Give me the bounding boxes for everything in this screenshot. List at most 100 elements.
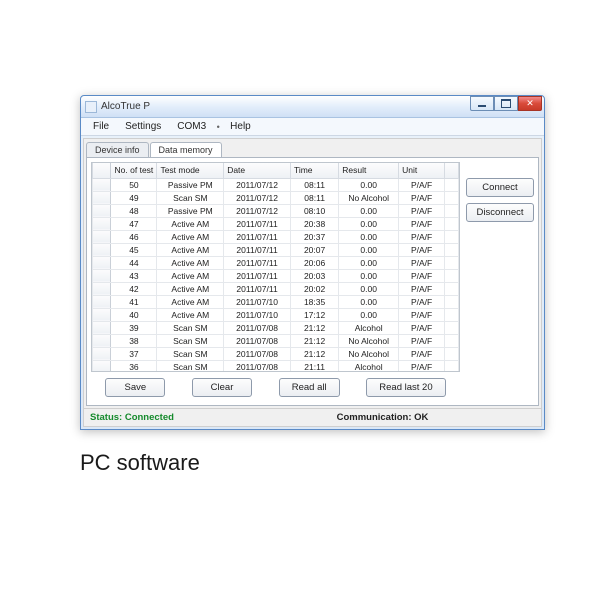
table-row[interactable]: 39Scan SM2011/07/0821:12AlcoholP/A/F [93, 321, 459, 334]
table-cell: 2011/07/08 [224, 321, 291, 334]
menu-file[interactable]: File [85, 119, 117, 134]
window-controls [470, 96, 542, 111]
table-cell [93, 321, 111, 334]
menu-com-port[interactable]: COM3 [169, 119, 214, 134]
read-all-button[interactable]: Read all [279, 378, 340, 397]
connect-button[interactable]: Connect [466, 178, 534, 197]
table-cell: Scan SM [157, 191, 224, 204]
table-cell: 39 [111, 321, 157, 334]
table-cell [93, 217, 111, 230]
table-cell: 0.00 [339, 243, 399, 256]
col-test-mode[interactable]: Test mode [157, 163, 224, 178]
table-cell [93, 230, 111, 243]
col-unit[interactable]: Unit [399, 163, 445, 178]
table-cell: 21:12 [290, 334, 338, 347]
table-cell: P/A/F [399, 178, 445, 191]
app-window: AlcoTrue P File Settings COM3 • Help Dev… [80, 95, 545, 430]
table-cell: 0.00 [339, 178, 399, 191]
table-cell [93, 204, 111, 217]
table-cell: 21:12 [290, 321, 338, 334]
table-cell: 43 [111, 269, 157, 282]
maximize-button[interactable] [494, 96, 518, 111]
table-cell: 2011/07/10 [224, 308, 291, 321]
table-row[interactable]: 41Active AM2011/07/1018:350.00P/A/F [93, 295, 459, 308]
clear-button[interactable]: Clear [192, 378, 252, 397]
table-cell: P/A/F [399, 204, 445, 217]
tab-device-info[interactable]: Device info [86, 142, 149, 157]
table-cell: 17:12 [290, 308, 338, 321]
table-cell: 2011/07/11 [224, 230, 291, 243]
table-cell [93, 256, 111, 269]
table-cell: 42 [111, 282, 157, 295]
minimize-button[interactable] [470, 96, 494, 111]
table-cell: P/A/F [399, 321, 445, 334]
col-extra[interactable] [445, 163, 459, 178]
table-cell: Active AM [157, 295, 224, 308]
table-row[interactable]: 38Scan SM2011/07/0821:12No AlcoholP/A/F [93, 334, 459, 347]
table-cell: P/A/F [399, 269, 445, 282]
table-cell: 08:11 [290, 191, 338, 204]
disconnect-button[interactable]: Disconnect [466, 203, 534, 222]
table-cell: P/A/F [399, 308, 445, 321]
menu-settings[interactable]: Settings [117, 119, 169, 134]
table-row[interactable]: 42Active AM2011/07/1120:020.00P/A/F [93, 282, 459, 295]
table-cell: 47 [111, 217, 157, 230]
table-cell: 37 [111, 347, 157, 360]
menu-help[interactable]: Help [222, 119, 259, 134]
data-table: No. of test Test mode Date Time Result U… [92, 163, 459, 372]
table-cell: Alcohol [339, 321, 399, 334]
table-row[interactable]: 40Active AM2011/07/1017:120.00P/A/F [93, 308, 459, 321]
titlebar[interactable]: AlcoTrue P [81, 96, 544, 118]
table-cell: Scan SM [157, 321, 224, 334]
table-row[interactable]: 43Active AM2011/07/1120:030.00P/A/F [93, 269, 459, 282]
table-row[interactable]: 37Scan SM2011/07/0821:12No AlcoholP/A/F [93, 347, 459, 360]
table-cell: 2011/07/08 [224, 360, 291, 372]
table-cell: 2011/07/08 [224, 334, 291, 347]
table-row[interactable]: 36Scan SM2011/07/0821:11AlcoholP/A/F [93, 360, 459, 372]
table-cell: P/A/F [399, 282, 445, 295]
table-cell [445, 347, 459, 360]
table-cell: P/A/F [399, 334, 445, 347]
table-cell [445, 256, 459, 269]
table-cell: 40 [111, 308, 157, 321]
col-rowheader[interactable] [93, 163, 111, 178]
table-cell: 0.00 [339, 230, 399, 243]
col-date[interactable]: Date [224, 163, 291, 178]
table-cell: 0.00 [339, 204, 399, 217]
col-result[interactable]: Result [339, 163, 399, 178]
table-cell [93, 243, 111, 256]
close-button[interactable] [518, 96, 542, 111]
table-cell: 0.00 [339, 217, 399, 230]
table-row[interactable]: 48Passive PM2011/07/1208:100.00P/A/F [93, 204, 459, 217]
table-cell: P/A/F [399, 243, 445, 256]
table-row[interactable]: 46Active AM2011/07/1120:370.00P/A/F [93, 230, 459, 243]
table-cell: P/A/F [399, 295, 445, 308]
table-cell: 0.00 [339, 256, 399, 269]
table-cell [445, 308, 459, 321]
table-row[interactable]: 47Active AM2011/07/1120:380.00P/A/F [93, 217, 459, 230]
table-cell: 48 [111, 204, 157, 217]
table-cell: 0.00 [339, 295, 399, 308]
table-cell [445, 191, 459, 204]
table-cell: Passive PM [157, 178, 224, 191]
table-cell: 49 [111, 191, 157, 204]
table-cell: 2011/07/11 [224, 282, 291, 295]
table-row[interactable]: 44Active AM2011/07/1120:060.00P/A/F [93, 256, 459, 269]
col-no-of-test[interactable]: No. of test [111, 163, 157, 178]
table-cell [93, 269, 111, 282]
left-pane: No. of test Test mode Date Time Result U… [91, 162, 460, 401]
table-cell: 08:10 [290, 204, 338, 217]
window-title: AlcoTrue P [101, 101, 150, 112]
table-cell [93, 308, 111, 321]
status-connection: Status: Connected [90, 412, 230, 423]
read-last-20-button[interactable]: Read last 20 [366, 378, 445, 397]
table-row[interactable]: 49Scan SM2011/07/1208:11No AlcoholP/A/F [93, 191, 459, 204]
table-row[interactable]: 45Active AM2011/07/1120:070.00P/A/F [93, 243, 459, 256]
table-cell [93, 334, 111, 347]
table-cell: 2011/07/12 [224, 178, 291, 191]
tab-data-memory[interactable]: Data memory [150, 142, 222, 157]
col-time[interactable]: Time [290, 163, 338, 178]
save-button[interactable]: Save [105, 378, 165, 397]
table-row[interactable]: 50Passive PM2011/07/1208:110.00P/A/F [93, 178, 459, 191]
table-cell [93, 347, 111, 360]
